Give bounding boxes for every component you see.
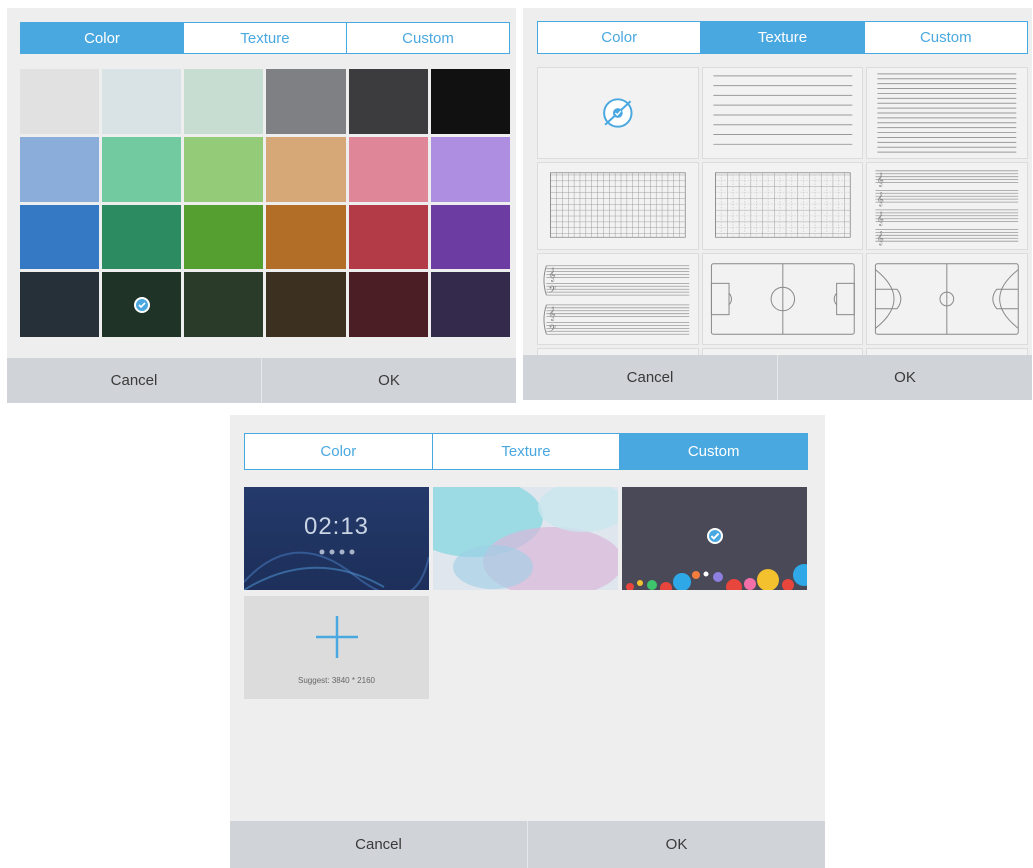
- tab-bar: Color Texture Custom: [244, 433, 808, 470]
- ok-button[interactable]: OK: [527, 821, 825, 868]
- texture-wide-lines[interactable]: [701, 67, 864, 159]
- color-swatch[interactable]: [266, 136, 346, 202]
- color-swatch[interactable]: [20, 136, 100, 202]
- add-custom-image-button[interactable]: Suggest: 3840 * 2160: [244, 596, 429, 699]
- color-swatch[interactable]: [20, 204, 100, 270]
- custom-image-dots[interactable]: [622, 487, 807, 590]
- color-swatch[interactable]: [430, 136, 510, 202]
- tab-texture[interactable]: Texture: [700, 22, 864, 53]
- color-swatch[interactable]: [102, 136, 182, 202]
- color-swatch[interactable]: [266, 204, 346, 270]
- grand-staff-icon: 𝄞𝄢𝄞𝄢: [543, 265, 690, 337]
- color-swatch[interactable]: [266, 69, 346, 134]
- ok-button[interactable]: OK: [261, 358, 516, 403]
- svg-text:𝄞: 𝄞: [877, 211, 885, 227]
- tab-bar: Color Texture Custom: [20, 22, 510, 54]
- svg-text:𝄞: 𝄞: [877, 230, 885, 246]
- custom-image-lockscreen[interactable]: 02:13: [244, 487, 429, 590]
- tab-texture[interactable]: Texture: [183, 23, 346, 53]
- grid-icon: [550, 172, 686, 238]
- tab-texture[interactable]: Texture: [431, 434, 620, 469]
- tab-bar: Color Texture Custom: [537, 21, 1028, 54]
- dialog-footer: Cancel OK: [7, 358, 516, 403]
- color-swatch[interactable]: [184, 204, 264, 270]
- cancel-button[interactable]: Cancel: [230, 821, 527, 868]
- watercolor-thumbnail: [433, 487, 618, 590]
- plus-icon: [316, 616, 358, 658]
- dialog-footer: Cancel OK: [523, 355, 1032, 400]
- color-swatch[interactable]: [20, 69, 100, 134]
- tab-color[interactable]: Color: [21, 23, 183, 53]
- grid-dashed-icon: [714, 172, 851, 238]
- texture-grid-paper[interactable]: [537, 162, 699, 250]
- selected-check-icon: [133, 296, 150, 313]
- dialog-footer: Cancel OK: [230, 821, 825, 868]
- color-swatch[interactable]: [430, 204, 510, 270]
- color-swatch[interactable]: [102, 69, 182, 134]
- texture-none[interactable]: [537, 67, 699, 159]
- color-swatch[interactable]: [184, 136, 264, 202]
- texture-grid: 𝄞 𝄞 𝄞 𝄞 𝄞 𝄢 𝄞 𝄢: [537, 67, 1028, 370]
- color-dialog: Color Texture Custom Cancel OK: [7, 8, 516, 403]
- tab-color[interactable]: Color: [245, 434, 432, 469]
- tab-custom[interactable]: Custom: [863, 22, 1027, 53]
- svg-text:𝄞: 𝄞: [877, 191, 885, 207]
- color-swatch[interactable]: [266, 272, 346, 337]
- tab-color[interactable]: Color: [538, 22, 701, 53]
- color-swatch[interactable]: [348, 136, 428, 202]
- wide-lines-icon: [713, 75, 852, 145]
- selected-check-icon: [706, 528, 723, 544]
- texture-soccer-field[interactable]: [701, 253, 864, 345]
- basketball-court-icon: [875, 263, 1020, 335]
- tab-custom[interactable]: Custom: [346, 23, 509, 53]
- lockscreen-clock: 02:13: [303, 513, 370, 540]
- texture-grand-staff[interactable]: 𝄞 𝄢 𝄞 𝄢: [537, 253, 699, 345]
- color-swatch[interactable]: [102, 272, 182, 337]
- svg-text:𝄢: 𝄢: [548, 283, 556, 298]
- color-swatch[interactable]: [20, 272, 100, 337]
- color-swatch[interactable]: [430, 69, 510, 134]
- color-swatch[interactable]: [348, 69, 428, 134]
- svg-text:𝄢: 𝄢: [548, 322, 556, 337]
- texture-dialog: Color Texture Custom 𝄞 𝄞 𝄞 𝄞 𝄞 𝄢 𝄞 𝄢 Can…: [523, 8, 1032, 400]
- color-swatch[interactable]: [102, 204, 182, 270]
- texture-narrow-lines[interactable]: [866, 67, 1028, 159]
- texture-basketball-court[interactable]: [866, 253, 1028, 345]
- narrow-lines-icon: [877, 73, 1017, 153]
- color-swatch-grid: [20, 69, 510, 337]
- music-staff-icon: 𝄞 𝄞 𝄞 𝄞: [875, 170, 1019, 246]
- custom-dialog: Color Texture Custom 02:13 Suggest: 3840…: [230, 415, 825, 868]
- texture-music-staff[interactable]: 𝄞 𝄞 𝄞 𝄞: [866, 162, 1028, 250]
- texture-grid-dashed[interactable]: [701, 162, 864, 250]
- svg-text:𝄞: 𝄞: [548, 266, 556, 282]
- color-swatch[interactable]: [184, 272, 264, 337]
- color-swatch[interactable]: [430, 272, 510, 337]
- color-swatch[interactable]: [348, 204, 428, 270]
- svg-text:𝄞: 𝄞: [548, 306, 556, 322]
- cancel-button[interactable]: Cancel: [7, 358, 261, 403]
- soccer-field-icon: [710, 263, 855, 335]
- none-icon: [603, 98, 633, 128]
- suggested-size-label: Suggest: 3840 * 2160: [298, 676, 375, 685]
- custom-image-watercolor[interactable]: [433, 487, 618, 590]
- ok-button[interactable]: OK: [777, 355, 1032, 400]
- tab-custom[interactable]: Custom: [619, 434, 808, 469]
- cancel-button[interactable]: Cancel: [523, 355, 777, 400]
- color-swatch[interactable]: [184, 69, 264, 134]
- color-swatch[interactable]: [348, 272, 428, 337]
- svg-text:𝄞: 𝄞: [877, 172, 885, 188]
